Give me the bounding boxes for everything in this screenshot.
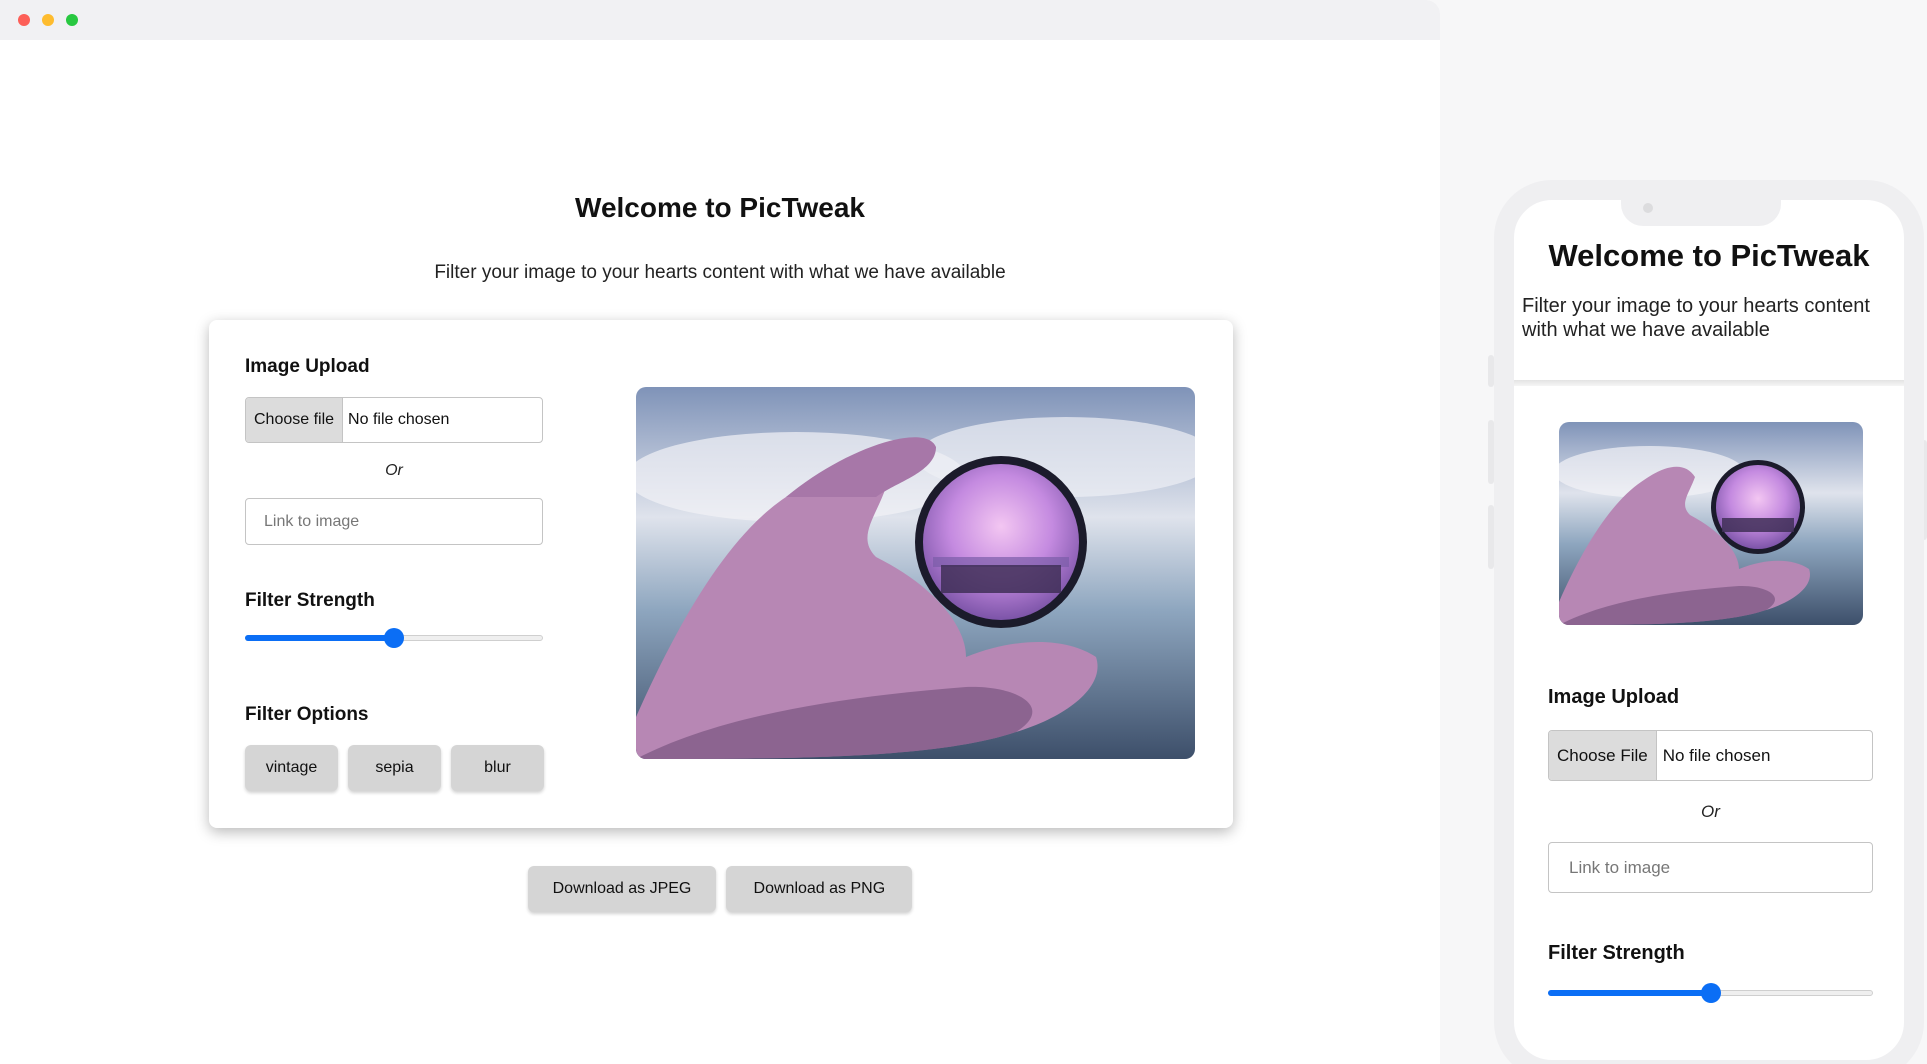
- filter-options-label: Filter Options: [245, 704, 369, 725]
- maximize-window-button[interactable]: [66, 14, 78, 26]
- filter-blur-button[interactable]: blur: [451, 745, 544, 791]
- page-subtitle: Filter your image to your hearts content…: [434, 262, 1006, 283]
- mobile-image-link-input[interactable]: [1548, 842, 1873, 893]
- phone-notch: [1621, 200, 1781, 226]
- download-jpeg-button[interactable]: Download as JPEG: [527, 866, 717, 912]
- mobile-image-preview: [1559, 422, 1863, 625]
- close-window-button[interactable]: [18, 14, 30, 26]
- desktop-browser-window: Welcome to PicTweak Filter your image to…: [0, 0, 1440, 1064]
- download-png-button[interactable]: Download as PNG: [726, 866, 913, 912]
- or-divider-text: Or: [385, 462, 403, 479]
- page-title: Welcome to PicTweak: [575, 192, 865, 223]
- minimize-window-button[interactable]: [42, 14, 54, 26]
- file-status-text: No file chosen: [348, 411, 450, 428]
- slider-thumb[interactable]: [384, 628, 404, 648]
- image-preview: [636, 387, 1195, 759]
- filter-strength-label: Filter Strength: [245, 590, 375, 611]
- slider-thumb[interactable]: [1700, 983, 1721, 1003]
- mobile-filter-strength-label: Filter Strength: [1548, 942, 1685, 964]
- filter-strength-slider[interactable]: [245, 626, 543, 650]
- mobile-page-subtitle: Filter your image to your hearts content…: [1522, 295, 1870, 341]
- filter-sepia-button[interactable]: sepia: [348, 745, 441, 791]
- image-link-input[interactable]: [245, 498, 543, 545]
- file-input[interactable]: Choose file No file chosen: [245, 397, 543, 443]
- mobile-or-divider-text: Or: [1701, 802, 1720, 821]
- filter-options-group: vintage sepia blur: [245, 745, 544, 791]
- mobile-phone-frame: Welcome to PicTweak Filter your image to…: [1494, 180, 1924, 1064]
- mobile-file-input[interactable]: Choose File No file chosen: [1548, 730, 1873, 781]
- download-actions: Download as JPEG Download as PNG: [0, 866, 1440, 912]
- mobile-page-title: Welcome to PicTweak: [1548, 238, 1870, 273]
- image-upload-label: Image Upload: [245, 356, 370, 377]
- mobile-choose-file-button[interactable]: Choose File: [1549, 731, 1657, 780]
- mobile-file-status-text: No file chosen: [1662, 745, 1771, 765]
- browser-titlebar: [0, 0, 1440, 40]
- camera-icon: [1643, 203, 1653, 213]
- mobile-image-upload-label: Image Upload: [1548, 686, 1680, 708]
- choose-file-button[interactable]: Choose file: [246, 398, 344, 442]
- slider-fill: [1548, 990, 1711, 996]
- mobile-header-divider: [1514, 380, 1904, 386]
- mobile-filter-strength-slider[interactable]: [1548, 981, 1873, 1005]
- editor-card: Image Upload Choose file No file chosen …: [209, 320, 1233, 828]
- slider-fill: [245, 635, 394, 641]
- filter-vintage-button[interactable]: vintage: [245, 745, 338, 791]
